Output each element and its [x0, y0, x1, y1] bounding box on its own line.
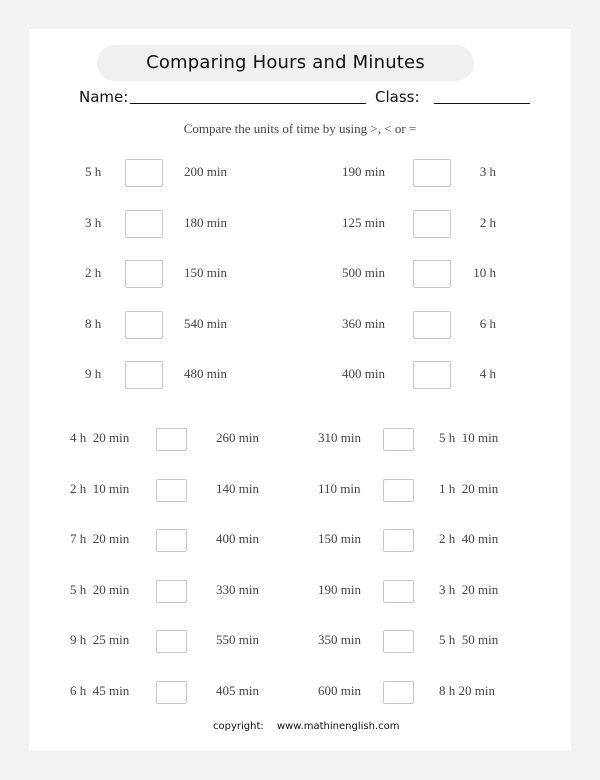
- problem-left-quantity: 9 h 25 min: [70, 632, 130, 648]
- answer-box[interactable]: [125, 260, 163, 288]
- answer-box[interactable]: [156, 428, 187, 451]
- problem-right-quantity: 480 min: [184, 366, 227, 381]
- problem-right-quantity: 540 min: [184, 315, 227, 331]
- name-class-row: Name: Class:: [79, 88, 539, 110]
- problem-right-quantity: 5 h 50 min: [439, 632, 499, 648]
- problem-left-quantity: 7 h 20 min: [70, 531, 130, 547]
- problem-left-quantity: 110 min: [318, 480, 361, 496]
- problem-left-quantity: 2 h: [85, 265, 102, 280]
- problem-right-quantity: 5 h 10 min: [439, 430, 499, 445]
- problem-left-quantity: 190 min: [342, 164, 385, 179]
- problem-right-quantity: 3 h: [479, 164, 496, 179]
- answer-box[interactable]: [383, 630, 414, 654]
- answer-box[interactable]: [156, 529, 187, 553]
- answer-box[interactable]: [125, 209, 163, 238]
- answer-box[interactable]: [413, 159, 451, 187]
- problem-right-quantity: 4 h: [479, 366, 496, 381]
- answer-box[interactable]: [383, 681, 414, 704]
- problem-left-quantity: 3 h: [85, 214, 102, 230]
- problem-left-quantity: 9 h: [85, 366, 102, 381]
- problem-right-quantity: 140 min: [216, 480, 259, 496]
- answer-box[interactable]: [156, 478, 187, 502]
- problem-left-quantity: 4 h 20 min: [70, 430, 130, 445]
- problem-left-quantity: 125 min: [342, 214, 385, 230]
- answer-box[interactable]: [156, 630, 187, 654]
- answer-box[interactable]: [156, 579, 187, 603]
- answer-box[interactable]: [125, 159, 163, 187]
- answer-box[interactable]: [125, 361, 163, 389]
- problem-right-quantity: 200 min: [184, 164, 227, 179]
- footer: copyright: www.mathinenglish.com: [213, 721, 399, 732]
- answer-box[interactable]: [413, 310, 451, 339]
- problem-right-quantity: 550 min: [216, 632, 259, 648]
- problem-left-quantity: 6 h 45 min: [70, 683, 130, 698]
- problem-right-quantity: 3 h 20 min: [439, 581, 499, 597]
- class-label: Class:: [375, 88, 420, 106]
- instructions: Compare the units of time by using >, < …: [183, 121, 417, 136]
- problem-left-quantity: 190 min: [318, 581, 361, 597]
- answer-box[interactable]: [383, 529, 414, 553]
- name-field[interactable]: [130, 103, 366, 104]
- class-field[interactable]: [434, 103, 530, 104]
- problem-right-quantity: 1 h 20 min: [439, 480, 499, 496]
- problem-right-quantity: 2 h: [479, 214, 496, 230]
- answer-box[interactable]: [383, 579, 414, 603]
- name-label: Name:: [79, 88, 129, 106]
- problem-left-quantity: 500 min: [342, 265, 385, 280]
- problem-right-quantity: 405 min: [216, 683, 259, 698]
- problem-right-quantity: 150 min: [184, 265, 227, 280]
- problem-left-quantity: 310 min: [318, 430, 361, 445]
- copyright-label: copyright:: [213, 721, 264, 732]
- answer-box[interactable]: [413, 361, 451, 389]
- answer-box[interactable]: [383, 478, 414, 502]
- problem-left-quantity: 600 min: [318, 683, 361, 698]
- problem-left-quantity: 150 min: [318, 531, 361, 547]
- answer-box[interactable]: [125, 310, 163, 339]
- problem-right-quantity: 6 h: [479, 315, 496, 331]
- answer-box[interactable]: [383, 428, 414, 451]
- problem-left-quantity: 8 h: [85, 315, 102, 331]
- answer-box[interactable]: [413, 209, 451, 238]
- problem-left-quantity: 400 min: [342, 366, 385, 381]
- problem-right-quantity: 400 min: [216, 531, 259, 547]
- problem-left-quantity: 5 h 20 min: [70, 581, 130, 597]
- problem-left-quantity: 2 h 10 min: [70, 480, 130, 496]
- problem-left-quantity: 350 min: [318, 632, 361, 648]
- site-url: www.mathinenglish.com: [276, 721, 400, 732]
- problem-right-quantity: 260 min: [216, 430, 259, 445]
- problem-left-quantity: 5 h: [85, 164, 102, 179]
- problem-right-quantity: 330 min: [216, 581, 259, 597]
- answer-box[interactable]: [413, 260, 451, 288]
- worksheet-title: Comparing Hours and Minutes: [97, 45, 474, 81]
- problem-right-quantity: 2 h 40 min: [439, 531, 499, 547]
- problem-left-quantity: 360 min: [342, 315, 385, 331]
- answer-box[interactable]: [156, 681, 187, 704]
- problem-right-quantity: 10 h: [473, 265, 496, 280]
- problem-right-quantity: 8 h 20 min: [439, 683, 495, 698]
- problem-right-quantity: 180 min: [184, 214, 227, 230]
